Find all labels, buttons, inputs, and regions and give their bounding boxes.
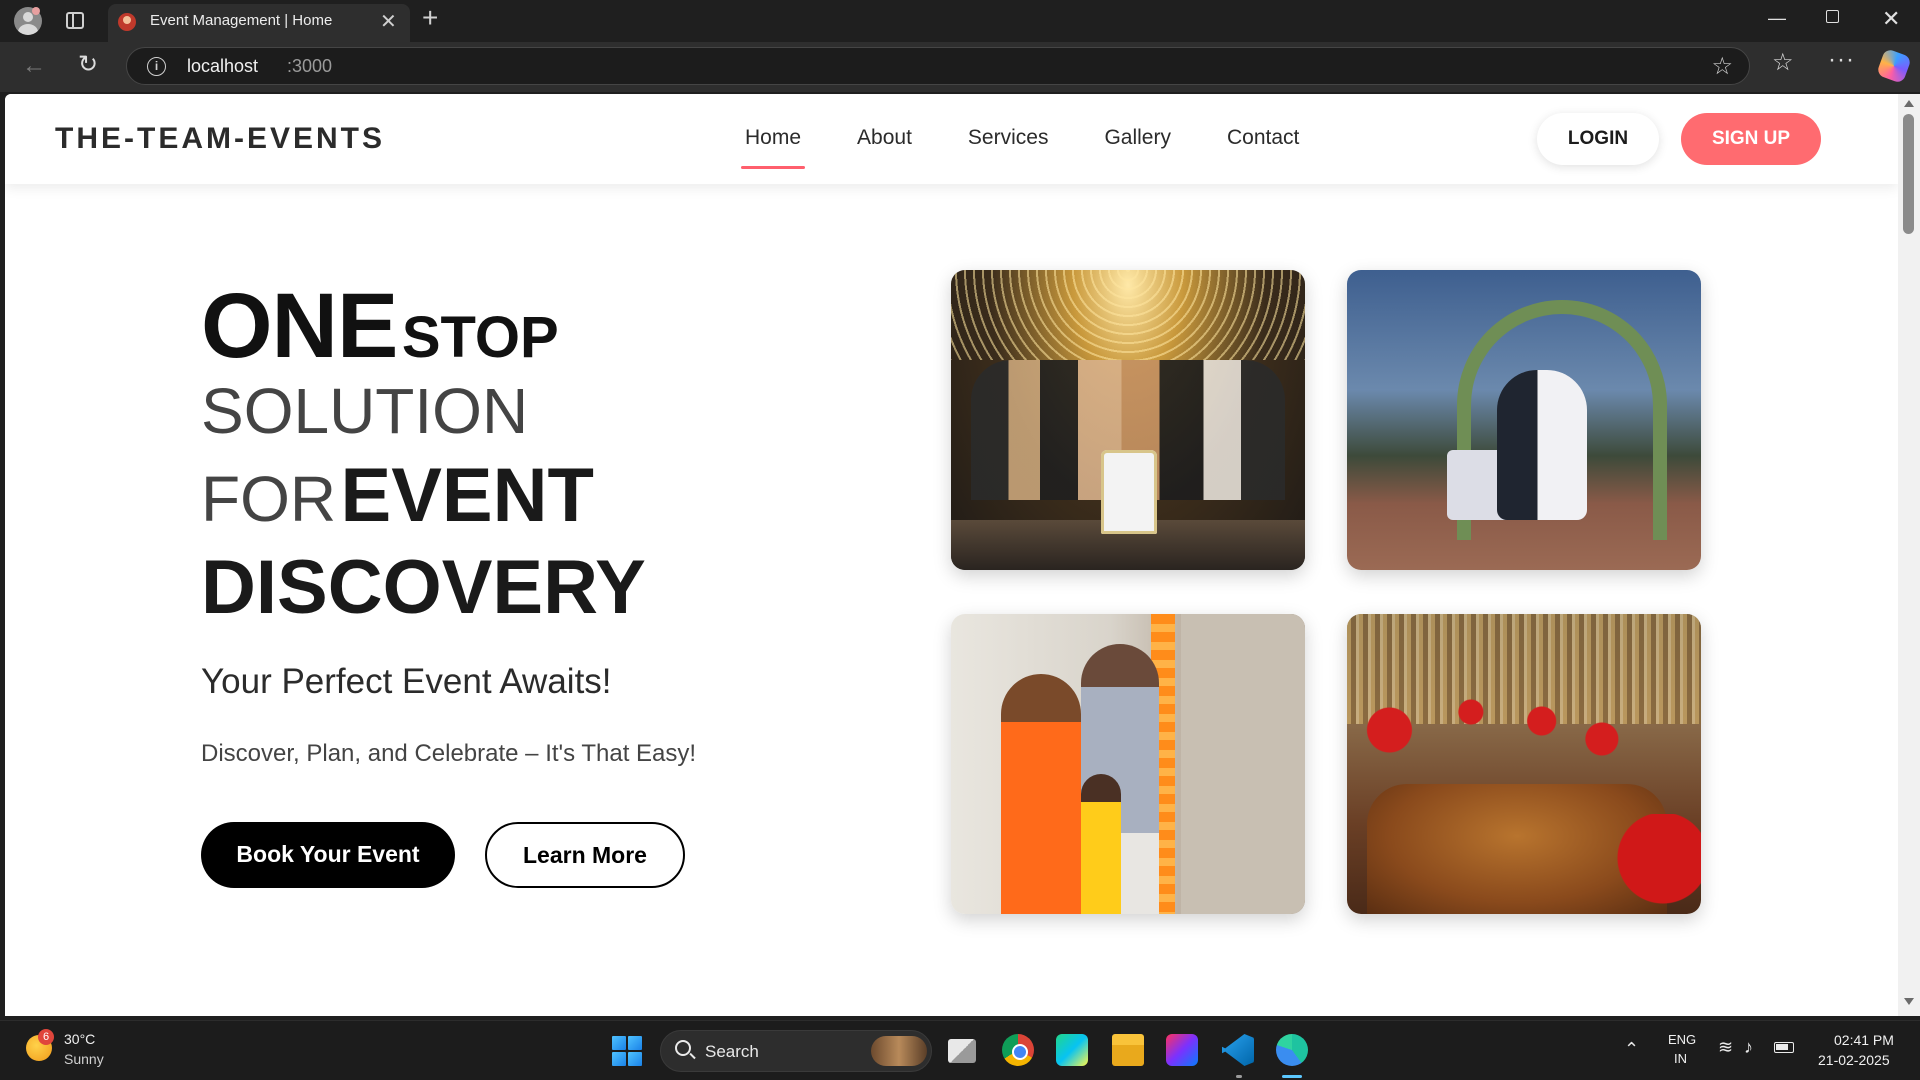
christmas-dinner-photo [1347, 614, 1701, 914]
hero-heading-line4: DISCOVERY [201, 544, 646, 631]
nav-gallery[interactable]: Gallery [1104, 126, 1171, 156]
nav-home[interactable]: Home [740, 126, 806, 169]
hero-word-solution: SOLUTION [201, 375, 529, 447]
weather-badge: 6 [38, 1029, 54, 1045]
window-close-icon[interactable]: ✕ [1882, 6, 1900, 32]
birthday-party-photo [951, 270, 1305, 570]
string-lights [951, 270, 1305, 360]
profile-notification-dot [32, 7, 40, 15]
tab-close-icon[interactable]: ✕ [380, 9, 397, 34]
taskbar-search[interactable]: Search [660, 1030, 932, 1072]
weather-temperature[interactable]: 30°C [64, 1031, 95, 1047]
vscode-running-indicator [1236, 1075, 1242, 1078]
nav-about[interactable]: About [857, 126, 912, 156]
url-port: :3000 [287, 56, 333, 76]
scroll-up-arrow-icon[interactable] [1904, 100, 1914, 107]
nav-contact[interactable]: Contact [1227, 126, 1299, 156]
search-highlight-image [871, 1036, 927, 1066]
scroll-thumb[interactable] [1903, 114, 1914, 234]
input-region[interactable]: IN [1674, 1051, 1687, 1066]
browser-toolbar: ← ↻ i localhost :3000 ☆ ☆ ··· [0, 42, 1920, 92]
hero-word-event: EVENT [340, 453, 594, 538]
page-scrollbar[interactable] [1898, 94, 1920, 1016]
nav-services[interactable]: Services [968, 126, 1049, 156]
clock-time[interactable]: 02:41 PM [1834, 1032, 1894, 1048]
edge-icon[interactable] [1276, 1034, 1308, 1066]
santa-hats [1347, 694, 1701, 784]
favorites-icon[interactable]: ☆ [1772, 48, 1794, 77]
tab-actions-icon[interactable] [66, 12, 84, 29]
chrome-icon[interactable] [1002, 1034, 1034, 1066]
signup-button[interactable]: SIGN UP [1681, 113, 1821, 165]
hero-subline: Discover, Plan, and Celebrate – It's Tha… [201, 740, 697, 767]
taskbar-search-label: Search [705, 1042, 759, 1061]
webstorm-icon[interactable] [1056, 1034, 1088, 1066]
scroll-down-arrow-icon[interactable] [1904, 998, 1914, 1005]
reload-icon[interactable]: ↻ [78, 50, 98, 79]
page-viewport: THE-TEAM-EVENTS Home About Services Gall… [5, 94, 1898, 1016]
hero-word-one: ONE [201, 275, 398, 377]
new-tab-icon[interactable]: + [422, 2, 438, 34]
address-bar[interactable]: i localhost :3000 ☆ [126, 47, 1750, 85]
hero-heading-line2: SOLUTION [201, 374, 528, 448]
clock-date[interactable]: 21-02-2025 [1818, 1052, 1890, 1068]
woman-in-saree [1001, 674, 1081, 914]
brand-logo[interactable]: THE-TEAM-EVENTS [55, 122, 385, 156]
family-celebration-photo [951, 614, 1305, 914]
tab-favicon-icon [118, 13, 136, 31]
wedding-photo [1347, 270, 1701, 570]
tab-title: Event Management | Home [150, 12, 333, 29]
back-arrow-icon[interactable]: ← [22, 52, 46, 80]
doorway [1181, 614, 1305, 914]
edge-active-indicator [1282, 1075, 1302, 1078]
input-language[interactable]: ENG [1668, 1032, 1696, 1047]
task-view-icon[interactable] [948, 1039, 976, 1063]
hero-heading-line3: FOR EVENT [201, 452, 594, 539]
browser-tab[interactable]: Event Management | Home ✕ [108, 4, 410, 42]
hero-tagline: Your Perfect Event Awaits! [201, 662, 612, 701]
file-explorer-icon[interactable] [1112, 1034, 1144, 1066]
learn-more-button[interactable]: Learn More [485, 822, 685, 888]
browser-titlebar: Event Management | Home ✕ + — ✕ [0, 0, 1920, 42]
search-icon [675, 1040, 691, 1056]
window-minimize-icon[interactable]: — [1768, 8, 1786, 29]
url-host: localhost [187, 56, 259, 76]
wedding-couple [1497, 370, 1587, 520]
window-restore-icon[interactable] [1826, 10, 1839, 23]
windows-start-icon[interactable] [612, 1036, 642, 1066]
main-nav: Home About Services Gallery Contact [740, 94, 1355, 184]
hero-word-stop: STOP [401, 305, 559, 370]
birthday-cake [1101, 450, 1157, 534]
book-event-button[interactable]: Book Your Event [201, 822, 455, 888]
show-hidden-icons-icon[interactable]: ⌃ [1624, 1039, 1639, 1060]
favorite-star-icon[interactable]: ☆ [1711, 52, 1733, 81]
hero-heading-line1: ONE STOP [201, 274, 559, 379]
volume-icon[interactable]: ♪ [1744, 1037, 1753, 1058]
site-info-icon[interactable]: i [147, 57, 166, 76]
battery-icon[interactable] [1774, 1042, 1794, 1053]
intellij-icon[interactable] [1166, 1034, 1198, 1066]
site-header: THE-TEAM-EVENTS Home About Services Gall… [5, 94, 1898, 184]
login-button[interactable]: LOGIN [1537, 113, 1659, 165]
child [1081, 774, 1121, 914]
more-options-icon[interactable]: ··· [1828, 46, 1855, 74]
hero-word-discovery: DISCOVERY [201, 545, 646, 630]
weather-condition[interactable]: Sunny [64, 1051, 104, 1067]
vscode-icon[interactable] [1222, 1034, 1254, 1066]
hero-word-for: FOR [201, 463, 337, 535]
wifi-icon[interactable]: ≋ [1718, 1037, 1733, 1058]
windows-taskbar: 6 30°C Sunny Search ⌃ ENG IN ≋ ♪ 02:41 P… [0, 1020, 1920, 1080]
copilot-icon[interactable] [1876, 48, 1912, 84]
santa-hat-guest [1597, 814, 1701, 914]
